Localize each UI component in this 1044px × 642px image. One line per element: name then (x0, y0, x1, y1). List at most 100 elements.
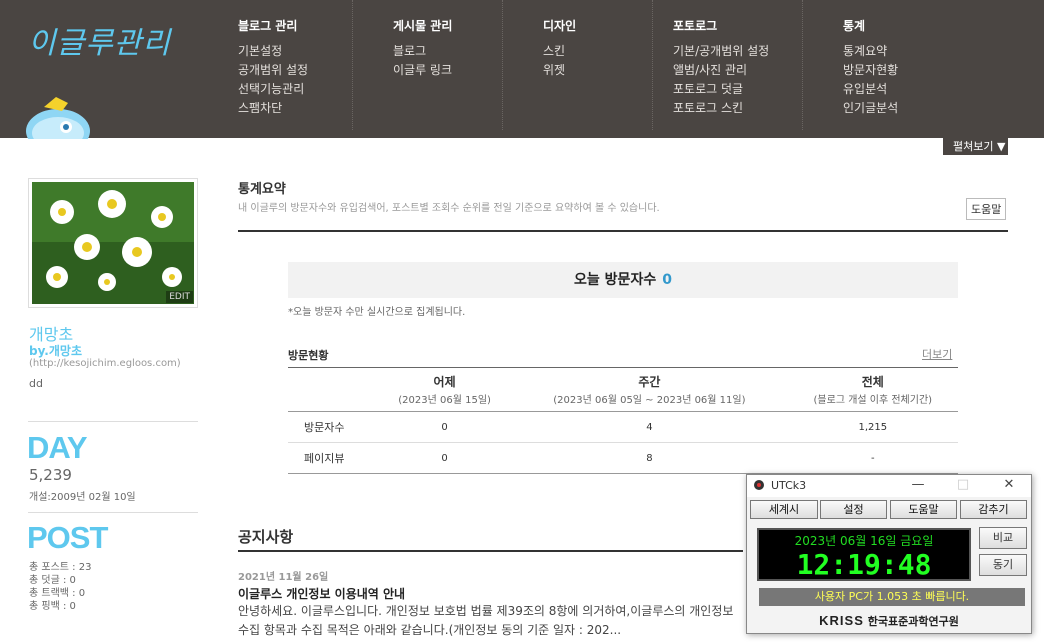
blog-url[interactable]: (http://kesojichim.egloos.com) (29, 358, 181, 369)
help-button[interactable]: 도움말 (966, 198, 1007, 220)
stat-trackbacks: 총 트랙백 : 0 (29, 588, 86, 599)
top-header: 이글루관리 블로그 관리 기본설정 공개범위 설정 선택기능관리 스팸차단 게시… (0, 0, 1044, 139)
col-weekly: 주간 (2023년 06월 05일 ~ 2023년 06월 11일) (511, 367, 788, 412)
stat-posts: 총 포스트 : 23 (29, 562, 92, 573)
divider (238, 230, 1008, 232)
day-count: 5,239 (29, 466, 72, 484)
nav-link[interactable]: 기본/공개범위 설정 (673, 42, 802, 61)
nav-link[interactable]: 이글루 링크 (393, 61, 502, 80)
chevron-down-icon: ▼ (996, 140, 1006, 153)
nav-link[interactable]: 인기글분석 (843, 99, 953, 118)
stat-pingbacks: 총 핑백 : 0 (29, 601, 76, 612)
blog-owner: by.개망초 (29, 344, 82, 358)
col-title: 어제 (433, 375, 456, 389)
cell: - (787, 442, 958, 474)
stat-comments: 총 덧글 : 0 (29, 575, 76, 586)
nav-title[interactable]: 통계 (843, 17, 953, 34)
window-titlebar[interactable]: UTCk3 — □ ✕ (747, 475, 1031, 497)
nav-title[interactable]: 디자인 (543, 17, 652, 34)
nav-post-manage: 게시물 관리 블로그 이글루 링크 (393, 0, 503, 130)
cell: 4 (511, 411, 788, 443)
daisy-photo (32, 182, 194, 304)
col-sub: (2023년 06월 15일) (398, 395, 491, 406)
nav-title[interactable]: 블로그 관리 (238, 17, 352, 34)
post-stats: 총 포스트 : 23 총 덧글 : 0 총 트랙백 : 0 총 핑백 : 0 (29, 561, 91, 613)
nav-design: 디자인 스킨 위젯 (543, 0, 653, 130)
nav-title[interactable]: 게시물 관리 (393, 17, 502, 34)
cell: 0 (378, 411, 512, 443)
sync-button[interactable]: 동기 (979, 554, 1027, 576)
more-link[interactable]: 더보기 (922, 346, 952, 362)
today-value: 0 (662, 272, 672, 288)
maximize-icon: □ (956, 477, 970, 492)
empty-header (288, 367, 378, 412)
clock-time: 12:19:48 (796, 548, 932, 581)
blog-open-date: 개설:2009년 02월 10일 (29, 492, 136, 503)
col-yesterday: 어제 (2023년 06월 15일) (378, 367, 512, 412)
notice-headline[interactable]: 이글루스 개인정보 이용내역 안내 (238, 585, 405, 602)
hide-button[interactable]: 감추기 (960, 500, 1027, 519)
nav-link[interactable]: 선택기능관리 (238, 80, 352, 99)
post-label: POST (27, 520, 108, 555)
egloos-admin-logo[interactable]: 이글루관리 (28, 18, 171, 62)
today-note: *오늘 방문자 수만 실시간으로 집계됩니다. (288, 307, 466, 318)
edit-badge[interactable]: EDIT (166, 291, 193, 303)
nav-link[interactable]: 위젯 (543, 61, 652, 80)
nav-statistics: 통계 통계요약 방문자현황 유입분석 인기글분석 (843, 0, 953, 130)
help-button[interactable]: 도움말 (890, 500, 957, 519)
kriss-logo: KRISS 한국표준과학연구원 (747, 610, 1031, 632)
expand-label: 펼쳐보기 (953, 140, 994, 153)
page-title: 통계요약 (238, 182, 286, 197)
utck3-window: UTCk3 — □ ✕ 세계시 설정 도움말 감추기 2023년 06월 16일… (746, 474, 1032, 634)
close-icon[interactable]: ✕ (994, 477, 1024, 492)
cell: 0 (378, 442, 512, 474)
row-label: 방문자수 (288, 411, 378, 443)
nav-link[interactable]: 스킨 (543, 42, 652, 61)
nav-link[interactable]: 포토로그 덧글 (673, 80, 802, 99)
nav-link[interactable]: 유입분석 (843, 80, 953, 99)
col-title: 전체 (861, 375, 884, 389)
compare-button[interactable]: 비교 (979, 527, 1027, 549)
nav-blog-manage: 블로그 관리 기본설정 공개범위 설정 선택기능관리 스팸차단 (238, 0, 353, 130)
time-offset-message: 사용자 PC가 1.053 초 빠릅니다. (759, 588, 1025, 606)
divider (28, 421, 198, 422)
visit-stats-table: 어제 (2023년 06월 15일) 주간 (2023년 06월 05일 ~ 202… (288, 367, 958, 474)
kriss-wordmark: KRISS (819, 613, 864, 628)
nav-link[interactable]: 블로그 (393, 42, 502, 61)
nav-title[interactable]: 포토로그 (673, 17, 802, 34)
row-label: 페이지뷰 (288, 442, 378, 474)
world-time-button[interactable]: 세계시 (750, 500, 818, 519)
table-row: 방문자수 0 4 1,215 (288, 411, 958, 443)
profile-image[interactable]: EDIT (28, 178, 198, 308)
visit-status-title: 방문현황 (288, 349, 329, 362)
mascot-icon (26, 97, 90, 139)
nav-link[interactable]: 통계요약 (843, 42, 953, 61)
nav-link[interactable]: 스팸차단 (238, 99, 352, 118)
nav-link[interactable]: 포토로그 스킨 (673, 99, 802, 118)
day-label: DAY (27, 430, 88, 465)
settings-button[interactable]: 설정 (820, 500, 887, 519)
notice-title: 공지사항 (238, 528, 294, 546)
nav-link[interactable]: 방문자현황 (843, 61, 953, 80)
minimize-icon[interactable]: — (903, 477, 933, 492)
nav-link[interactable]: 공개범위 설정 (238, 61, 352, 80)
notice-body[interactable]: 안녕하세요. 이글루스입니다. 개인정보 보호법 법률 제39조의 8항에 의거… (238, 602, 738, 640)
divider (28, 512, 198, 513)
table-row: 페이지뷰 0 8 - (288, 442, 958, 474)
col-sub: (블로그 개설 이후 전체기간) (813, 395, 933, 406)
nav-link[interactable]: 앨범/사진 관리 (673, 61, 802, 80)
cell: 1,215 (787, 411, 958, 443)
expand-menu-button[interactable]: 펼쳐보기 ▼ (943, 138, 1008, 155)
window-title: UTCk3 (771, 479, 807, 492)
cell: 8 (511, 442, 788, 474)
nav-link[interactable]: 기본설정 (238, 42, 352, 61)
clock-display: 2023년 06월 16일 금요일 12:19:48 (757, 528, 971, 581)
nav-photolog: 포토로그 기본/공개범위 설정 앨범/사진 관리 포토로그 덧글 포토로그 스킨 (673, 0, 803, 130)
page-subtitle: 내 이글루의 방문자수와 유입검색어, 포스트별 조회수 순위를 전일 기준으로… (238, 203, 660, 214)
col-title: 주간 (638, 375, 661, 389)
blog-description: dd (29, 377, 43, 390)
clock-date: 2023년 06월 16일 금요일 (794, 534, 934, 548)
today-label: 오늘 방문자수 (574, 272, 657, 288)
utck-app-icon (754, 480, 764, 490)
today-visitors-box: 오늘 방문자수 0 (288, 262, 958, 298)
